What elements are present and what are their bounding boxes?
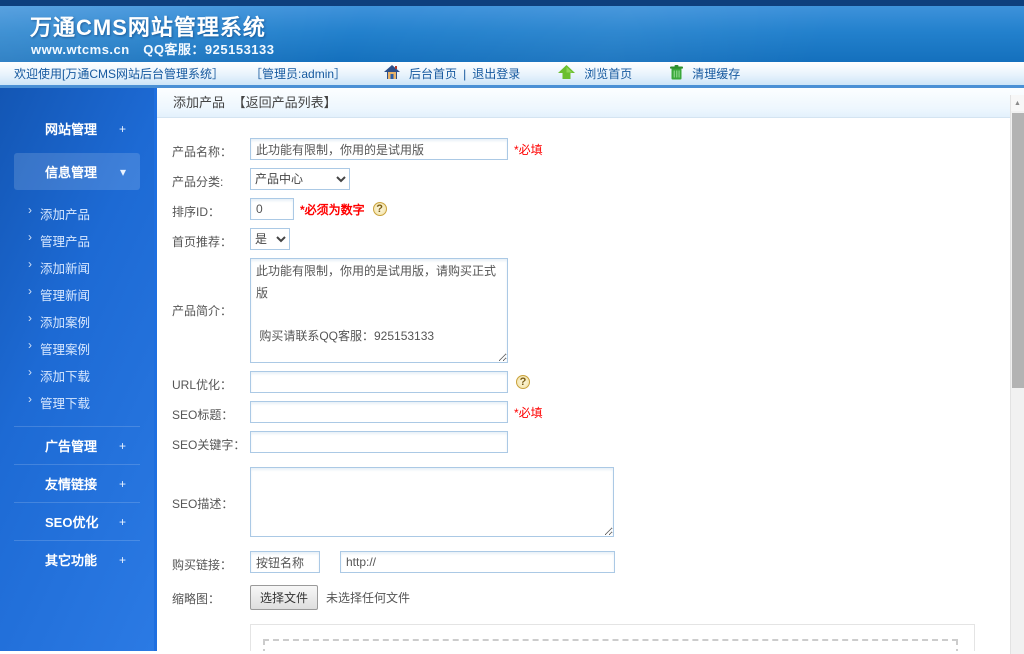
plus-icon: + <box>118 514 126 529</box>
buy-url-input[interactable] <box>340 551 615 573</box>
required-badge: *必填 <box>514 405 543 420</box>
plus-icon: + <box>118 121 126 136</box>
buy-link-row: 购买链接： <box>172 551 1024 573</box>
sidebar-item-add-case[interactable]: 添加案例 <box>0 308 154 335</box>
sidebar-group-label: 其它功能 <box>45 553 98 568</box>
preview-home-icon <box>558 64 576 83</box>
sort-id-label: 排序ID： <box>172 205 221 219</box>
category-row: 产品分类: 产品中心 <box>172 168 1024 190</box>
help-question-icon[interactable]: ? <box>516 375 530 389</box>
sort-id-input[interactable] <box>250 198 294 220</box>
file-status-text: 未选择任何文件 <box>326 591 411 605</box>
sidebar-item-manage-product[interactable]: 管理产品 <box>0 227 154 254</box>
sidebar-group-seo[interactable]: SEO优化 + <box>14 502 140 540</box>
category-select[interactable]: 产品中心 <box>250 168 350 190</box>
product-name-row: 产品名称： *必填 <box>172 138 1024 160</box>
sidebar-item-manage-download[interactable]: 管理下载 <box>0 389 154 416</box>
product-name-label: 产品名称： <box>172 145 233 159</box>
clear-cache-trash-icon <box>670 64 684 83</box>
preview-site-link[interactable]: 浏览首页 <box>584 65 632 82</box>
sidebar-item-add-download[interactable]: 添加下载 <box>0 362 154 389</box>
clear-cache-link[interactable]: 清理缓存 <box>692 65 740 82</box>
sidebar-item-add-product[interactable]: 添加产品 <box>0 200 154 227</box>
sidebar-group-label: 广告管理 <box>45 439 98 454</box>
thumbnail-row: 缩略图： 选择文件 未选择任何文件 <box>172 585 1024 610</box>
sidebar-group-info[interactable]: 信息管理 ▾ <box>14 153 140 190</box>
sidebar-item-manage-case[interactable]: 管理案例 <box>0 335 154 362</box>
vertical-scrollbar[interactable]: ▲ <box>1010 95 1024 654</box>
category-label: 产品分类: <box>172 175 224 189</box>
plus-icon: + <box>118 476 126 491</box>
page-header-bar: 添加产品 【返回产品列表】 <box>157 88 1024 118</box>
home-house-icon <box>384 64 401 83</box>
product-name-input[interactable] <box>250 138 508 160</box>
sort-id-row: 排序ID： *必须为数字 ? <box>172 198 1024 220</box>
page-title: 添加产品 <box>173 95 226 110</box>
seo-keywords-input[interactable] <box>250 431 508 453</box>
sidebar-group-site[interactable]: 网站管理 + <box>14 110 140 147</box>
welcome-text: 欢迎使用[万通CMS网站后台管理系统］ <box>14 67 225 81</box>
toolbar-separator: | <box>463 66 467 81</box>
sidebar-group-other[interactable]: 其它功能 + <box>14 540 140 578</box>
sidebar-nav: 网站管理 + 信息管理 ▾ 添加产品 管理产品 添加新闻 管理新闻 添加案例 管… <box>0 88 157 651</box>
chevron-down-icon: ▾ <box>119 164 126 179</box>
sidebar-item-manage-news[interactable]: 管理新闻 <box>0 281 154 308</box>
plus-icon: + <box>118 552 126 567</box>
recommend-row: 首页推荐： 是 <box>172 228 1024 250</box>
sidebar-group-label: 信息管理 <box>45 165 98 180</box>
sidebar-item-add-news[interactable]: 添加新闻 <box>0 254 154 281</box>
recommend-label: 首页推荐： <box>172 235 233 249</box>
editor-upload-dropzone[interactable] <box>263 639 958 651</box>
seo-keywords-label: SEO关键字： <box>172 438 246 452</box>
logout-link[interactable]: 退出登录 <box>472 65 520 82</box>
sidebar-group-label: 网站管理 <box>45 122 98 137</box>
return-to-list-link[interactable]: 【返回产品列表】 <box>233 95 337 110</box>
sidebar-submenu: 添加产品 管理产品 添加新闻 管理新闻 添加案例 管理案例 添加下载 管理下载 <box>0 194 154 426</box>
seo-desc-textarea[interactable] <box>250 467 614 537</box>
main-content: 添加产品 【返回产品列表】 产品名称： *必填 产品分类: 产品中心 <box>157 88 1024 651</box>
backend-home-link[interactable]: 后台首页 <box>409 65 457 82</box>
choose-file-button[interactable]: 选择文件 <box>250 585 319 610</box>
sidebar-group-label: SEO优化 <box>45 515 99 530</box>
scroll-up-arrow-icon[interactable]: ▲ <box>1011 95 1024 111</box>
seo-desc-label: SEO描述： <box>172 497 234 511</box>
numeric-hint: *必须为数字 <box>300 202 365 217</box>
help-question-icon[interactable]: ? <box>372 202 387 216</box>
add-product-form: 产品名称： *必填 产品分类: 产品中心 排序ID： *必须为数字 <box>157 118 1024 651</box>
app-subtitle: www.wtcms.cn QQ客服：925153133 <box>31 42 275 57</box>
buy-button-name-input[interactable] <box>250 551 320 573</box>
seo-desc-row: SEO描述： <box>172 467 1024 537</box>
url-opt-label: URL优化： <box>172 378 233 392</box>
intro-textarea[interactable]: 此功能有限制，你用的是试用版，请购买正式版 购买请联系QQ客服：92515313… <box>250 258 508 363</box>
app-banner: 万通CMS网站管理系统 www.wtcms.cn QQ客服：925153133 <box>0 0 1024 62</box>
required-badge: *必填 <box>514 142 543 157</box>
top-toolbar: 欢迎使用[万通CMS网站后台管理系统］ ［管理员:admin］ 后台首页 | 退… <box>0 62 1024 88</box>
recommend-select[interactable]: 是 <box>250 228 290 250</box>
detail-editor-box <box>250 624 975 651</box>
buy-link-label: 购买链接： <box>172 558 233 572</box>
thumbnail-label: 缩略图： <box>172 592 221 606</box>
app-title: 万通CMS网站管理系统 <box>30 15 266 40</box>
admin-text: ［管理员:admin］ <box>250 67 347 81</box>
sidebar-group-ads[interactable]: 广告管理 + <box>14 426 140 464</box>
seo-keywords-row: SEO关键字： <box>172 431 1024 453</box>
seo-title-input[interactable] <box>250 401 508 423</box>
seo-title-label: SEO标题： <box>172 408 234 422</box>
intro-label: 产品简介： <box>172 304 233 318</box>
scrollbar-thumb[interactable] <box>1012 113 1024 388</box>
intro-row: 产品简介： 此功能有限制，你用的是试用版，请购买正式版 购买请联系QQ客服：92… <box>172 258 1024 363</box>
seo-title-row: SEO标题： *必填 <box>172 401 1024 423</box>
url-opt-input[interactable] <box>250 371 508 393</box>
sidebar-group-links[interactable]: 友情链接 + <box>14 464 140 502</box>
url-opt-row: URL优化： ? <box>172 371 1024 393</box>
sidebar-group-label: 友情链接 <box>45 477 98 492</box>
plus-icon: + <box>118 438 126 453</box>
